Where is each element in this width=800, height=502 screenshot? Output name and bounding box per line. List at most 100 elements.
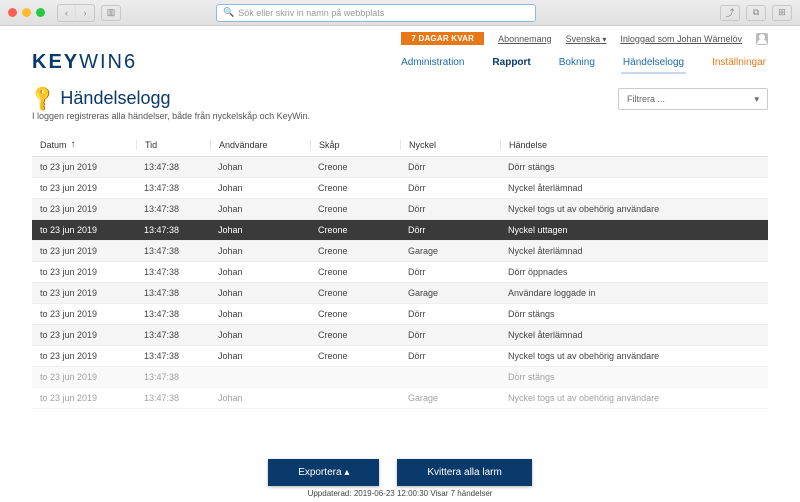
col-anvandare[interactable]: Andvändare [210,140,310,150]
table-row[interactable]: to 23 jun 201913:47:38JohanCreoneDörrNyc… [32,220,768,241]
table-row[interactable]: to 23 jun 201913:47:38JohanCreoneDörrDör… [32,262,768,283]
logo[interactable]: KEYWIN6 [32,51,137,74]
cell-nyckel: Dörr [400,204,500,214]
cell-anv: Johan [210,288,310,298]
cell-nyckel: Dörr [400,267,500,277]
table-row[interactable]: to 23 jun 201913:47:38JohanCreoneGarageN… [32,241,768,262]
browser-chrome: ‹ › ▥ 🔍 Sök eller skriv in namn på webbp… [0,0,800,26]
cell-skap: Creone [310,267,400,277]
col-tid[interactable]: Tid [136,140,210,150]
cell-nyckel: Dörr [400,330,500,340]
cell-skap: Creone [310,309,400,319]
cell-skap: Creone [310,183,400,193]
sidebar-toggle-icon[interactable]: ▥ [101,5,121,21]
days-remaining-badge: 7 DAGAR KVAR [401,32,484,45]
url-placeholder: Sök eller skriv in namn på webbplats [238,8,384,18]
table-row[interactable]: to 23 jun 201913:47:38JohanCreoneDörrDör… [32,304,768,325]
table-row[interactable]: to 23 jun 201913:47:38JohanGarageNyckel … [32,388,768,409]
cell-nyckel: Dörr [400,309,500,319]
logo-version: 6 [124,51,137,73]
nav-handelselogg[interactable]: Händelselogg [621,51,686,74]
table-row[interactable]: to 23 jun 201913:47:38JohanCreoneDörrNyc… [32,178,768,199]
nav-bokning[interactable]: Bokning [557,51,597,74]
cell-nyckel: Garage [400,246,500,256]
back-button[interactable]: ‹ [58,5,76,21]
nav-installningar[interactable]: Inställningar [710,51,768,74]
user-icon[interactable] [756,33,768,45]
cell-datum: to 23 jun 2019 [36,351,136,361]
status-line: Uppdaterad: 2019-06-23 12:00:30 Visar 7 … [0,489,800,498]
subscription-link[interactable]: Abonnemang [498,34,552,44]
cell-nyckel: Garage [400,393,500,403]
chevron-down-icon: ▾ [754,94,759,105]
maximize-window-icon[interactable] [36,8,45,17]
table-row[interactable]: to 23 jun 201913:47:38JohanCreoneDörrNyc… [32,325,768,346]
col-nyckel[interactable]: Nyckel [400,140,500,150]
cell-tid: 13:47:38 [136,288,210,298]
search-icon: 🔍 [223,7,234,18]
col-handelse[interactable]: Händelse [500,140,764,150]
cell-datum: to 23 jun 2019 [36,372,136,382]
cell-datum: to 23 jun 2019 [36,162,136,172]
acknowledge-alarms-button[interactable]: Kvittera alla larm [397,459,531,486]
cell-datum: to 23 jun 2019 [36,225,136,235]
cell-anv: Johan [210,267,310,277]
filter-dropdown[interactable]: Filtrera ... ▾ [618,88,768,110]
table-row[interactable]: to 23 jun 201913:47:38JohanCreoneGarageA… [32,283,768,304]
cell-datum: to 23 jun 2019 [36,204,136,214]
page-header: 🔑 Händelselogg I loggen registreras alla… [0,74,800,127]
page-title: 🔑 Händelselogg [32,88,310,109]
page-subtitle: I loggen registreras alla händelser, båd… [32,111,310,121]
nav-rapport[interactable]: Rapport [490,51,532,74]
table-row[interactable]: to 23 jun 201913:47:38JohanCreoneDörrNyc… [32,346,768,367]
cell-anv: Johan [210,225,310,235]
cell-hand: Nyckel uttagen [500,225,764,235]
cell-anv: Johan [210,246,310,256]
cell-tid: 13:47:38 [136,393,210,403]
share-icon[interactable]: ⤴ [720,5,740,21]
close-window-icon[interactable] [8,8,17,17]
cell-hand: Nyckel återlämnad [500,246,764,256]
cell-datum: to 23 jun 2019 [36,246,136,256]
cell-skap: Creone [310,204,400,214]
filter-label: Filtrera ... [627,94,665,104]
cell-datum: to 23 jun 2019 [36,393,136,403]
logged-in-user[interactable]: Inloggad som Johan Wärnelöv [620,34,742,44]
cell-tid: 13:47:38 [136,204,210,214]
cell-skap: Creone [310,225,400,235]
col-datum[interactable]: Datum ↑ [36,139,136,150]
table-body: to 23 jun 201913:47:38JohanCreoneDörrDör… [32,157,768,409]
cell-anv: Johan [210,309,310,319]
cell-skap: Creone [310,330,400,340]
url-bar[interactable]: 🔍 Sök eller skriv in namn på webbplats [216,4,536,22]
cell-tid: 13:47:38 [136,246,210,256]
export-button[interactable]: Exportera ▴ [268,459,379,486]
cell-nyckel: Dörr [400,351,500,361]
cell-tid: 13:47:38 [136,330,210,340]
tabs-icon[interactable]: ⊞ [772,5,792,21]
table-row[interactable]: to 23 jun 201913:47:38JohanCreoneDörrNyc… [32,199,768,220]
language-dropdown[interactable]: Svenska [566,34,607,44]
forward-button[interactable]: › [76,5,94,21]
table-row[interactable]: to 23 jun 201913:47:38JohanCreoneDörrDör… [32,157,768,178]
cell-skap: Creone [310,288,400,298]
utility-bar: 7 DAGAR KVAR Abonnemang Svenska Inloggad… [0,26,800,49]
sort-asc-icon: ↑ [71,139,76,150]
nav-administration[interactable]: Administration [399,51,466,74]
event-table: Datum ↑ Tid Andvändare Skåp Nyckel Hände… [0,127,800,409]
cell-anv: Johan [210,393,310,403]
cell-nyckel: Dörr [400,183,500,193]
table-row[interactable]: to 23 jun 201913:47:38Dörr stängs [32,367,768,388]
col-skap[interactable]: Skåp [310,140,400,150]
window-controls [8,8,45,17]
cell-tid: 13:47:38 [136,309,210,319]
copy-icon[interactable]: ⧉ [746,5,766,21]
footer-actions: Exportera ▴ Kvittera alla larm [0,459,800,486]
cell-skap: Creone [310,246,400,256]
minimize-window-icon[interactable] [22,8,31,17]
cell-anv: Johan [210,183,310,193]
cell-nyckel: Dörr [400,162,500,172]
cell-tid: 13:47:38 [136,183,210,193]
cell-hand: Dörr öppnades [500,267,764,277]
cell-hand: Nyckel togs ut av obehörig användare [500,204,764,214]
